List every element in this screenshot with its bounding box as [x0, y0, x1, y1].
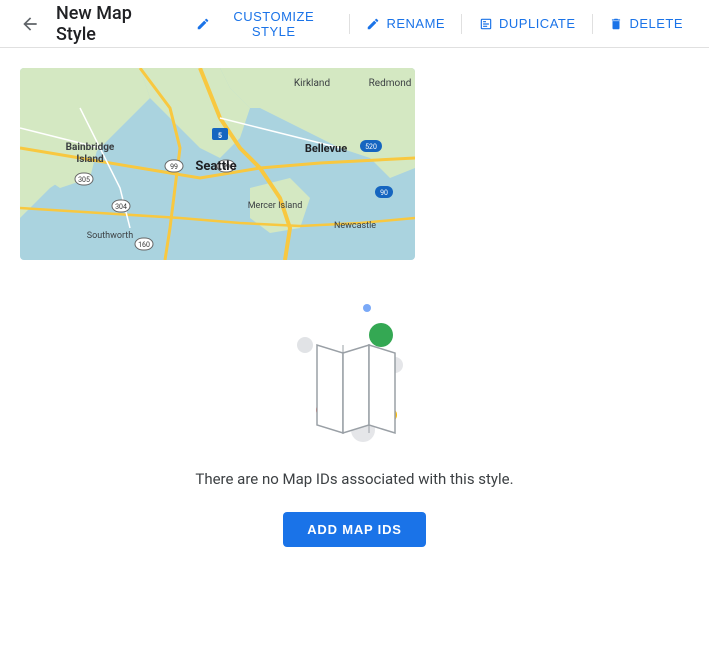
svg-text:Bainbridge: Bainbridge [66, 142, 115, 153]
header: New Map Style CUSTOMIZE STYLE RENAME [0, 0, 709, 48]
svg-text:Island: Island [76, 154, 104, 165]
svg-text:Mercer Island: Mercer Island [248, 201, 303, 211]
customize-style-button[interactable]: CUSTOMIZE STYLE [185, 3, 342, 45]
svg-text:Bellevue: Bellevue [305, 142, 347, 155]
divider [349, 14, 350, 34]
svg-text:Kirkland: Kirkland [294, 78, 330, 89]
svg-text:Redmond: Redmond [369, 78, 412, 89]
svg-text:99: 99 [170, 163, 178, 171]
page-title: New Map Style [56, 3, 173, 45]
svg-text:160: 160 [138, 241, 150, 249]
svg-text:90: 90 [380, 189, 388, 197]
rename-icon [365, 16, 381, 32]
svg-text:305: 305 [78, 176, 90, 184]
rename-button[interactable]: RENAME [355, 10, 455, 38]
no-map-ids-message: There are no Map IDs associated with thi… [195, 470, 513, 488]
add-map-ids-button[interactable]: ADD MAP IDS [283, 512, 426, 547]
duplicate-button[interactable]: DUPLICATE [468, 10, 586, 38]
svg-text:Seattle: Seattle [195, 159, 236, 174]
map-illustration [275, 290, 435, 450]
svg-text:304: 304 [115, 203, 127, 211]
delete-label: DELETE [629, 16, 683, 31]
divider3 [592, 14, 593, 34]
pencil-icon [195, 16, 210, 32]
delete-button[interactable]: DELETE [598, 10, 693, 38]
empty-state: There are no Map IDs associated with thi… [20, 260, 689, 567]
svg-text:5: 5 [218, 132, 222, 140]
trash-icon [608, 16, 624, 32]
duplicate-icon [478, 16, 494, 32]
customize-style-label: CUSTOMIZE STYLE [215, 9, 333, 39]
svg-text:520: 520 [365, 143, 377, 151]
divider2 [461, 14, 462, 34]
svg-text:Newcastle: Newcastle [334, 221, 376, 231]
svg-text:Southworth: Southworth [87, 231, 133, 241]
back-button[interactable] [16, 10, 44, 38]
header-actions: CUSTOMIZE STYLE RENAME DUPLICATE [185, 3, 693, 45]
map-preview: 5 99 99 90 520 304 305 160 Bainbridge Is… [20, 68, 415, 260]
duplicate-label: DUPLICATE [499, 16, 576, 31]
main-content: 5 99 99 90 520 304 305 160 Bainbridge Is… [0, 48, 709, 567]
rename-label: RENAME [386, 16, 445, 31]
